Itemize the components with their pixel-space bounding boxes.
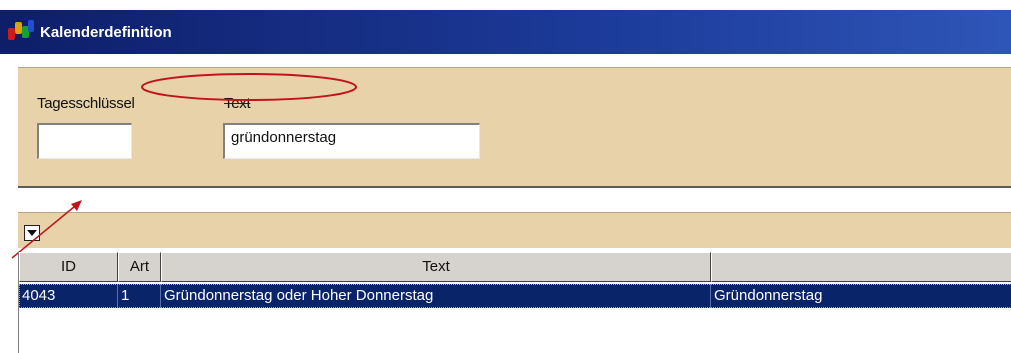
title-bar: Kalenderdefinition	[0, 10, 1011, 54]
cell-extra: Gründonnerstag	[714, 287, 823, 304]
table-row[interactable]: 4043 1 Gründonnerstag oder Hoher Donners…	[19, 284, 1011, 308]
column-header-extra[interactable]	[711, 252, 1011, 282]
cell-art: 1	[118, 284, 161, 308]
cell-id: 4043	[19, 284, 118, 308]
day-key-label: Tagesschlüssel	[37, 95, 135, 112]
results-grid: ID Art Text 4043 1 Gründonnerstag oder H…	[18, 252, 1011, 353]
column-header-art[interactable]: Art	[118, 252, 161, 282]
annotation-ellipse	[141, 73, 357, 101]
text-input[interactable]: gründonnerstag	[223, 123, 480, 159]
cell-text: Gründonnerstag oder Hoher Donnerstag	[161, 284, 711, 308]
column-header-id[interactable]: ID	[19, 252, 118, 282]
calendar-app-icon[interactable]	[8, 20, 36, 44]
results-toolbar	[18, 212, 1011, 248]
day-key-input[interactable]	[37, 123, 132, 159]
window-title: Kalenderdefinition	[40, 23, 172, 41]
grid-header: ID Art Text	[19, 252, 1011, 282]
column-header-text[interactable]: Text	[161, 252, 711, 282]
